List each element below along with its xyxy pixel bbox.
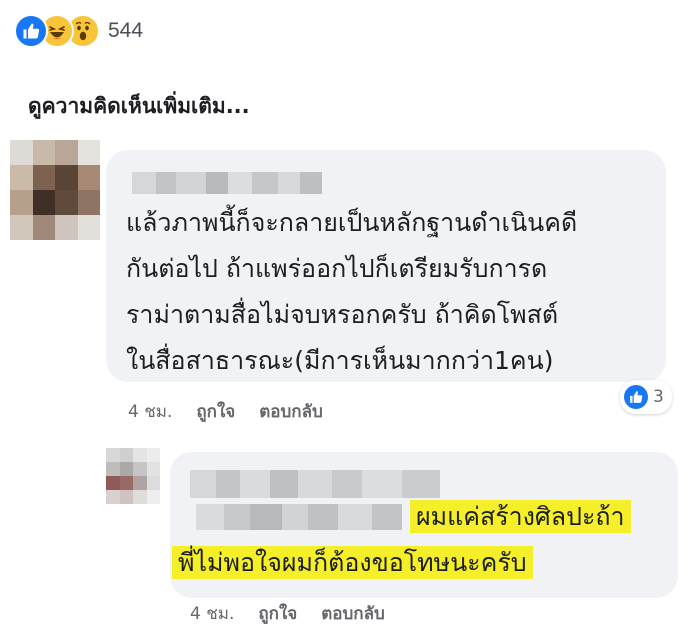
- comment-text-line: ราม่าตามสื่อไม่จบหรอกครับ ถ้าคิดโพสต์: [126, 300, 559, 329]
- highlighted-text-line: พี่ไม่พอใจผมก็ต้องขอโทษนะครับ: [172, 546, 533, 579]
- comment-time[interactable]: 4 ชม.: [128, 398, 172, 425]
- like-button[interactable]: ถูกใจ: [258, 600, 297, 627]
- avatar[interactable]: [10, 140, 100, 240]
- highlighted-comment-text: พี่ไม่พอใจผมก็ต้องขอโทษนะครับ: [172, 546, 533, 580]
- reaction-summary[interactable]: 544: [14, 14, 143, 48]
- comment-text-blurred: [196, 504, 402, 530]
- comment-actions: 4 ชม. ถูกใจ ตอบกลับ: [190, 600, 385, 627]
- comment-text-line: แล้วภาพนี้ก็จะกลายเป็นหลักฐานดำเนินคดี: [126, 208, 578, 237]
- reply-button[interactable]: ตอบกลับ: [259, 398, 323, 425]
- comment-reaction-count: 3: [653, 387, 664, 407]
- comment-author-name-blurred[interactable]: [132, 172, 322, 194]
- highlighted-text-line: ผมแค่สร้างศิลปะถ้า: [410, 500, 631, 533]
- reply-button[interactable]: ตอบกลับ: [321, 600, 385, 627]
- comment-reaction-badge[interactable]: 3: [620, 380, 672, 414]
- highlighted-comment-text: ผมแค่สร้างศิลปะถ้า: [410, 500, 631, 534]
- comment-author-name-blurred[interactable]: [190, 470, 440, 498]
- comment-text-line: ในสื่อสาธารณะ(มีการเห็นมากกว่า1คน): [126, 346, 554, 375]
- comment-time[interactable]: 4 ชม.: [190, 600, 234, 627]
- view-more-comments-link[interactable]: ดูความคิดเห็นเพิ่มเติม...: [28, 90, 250, 123]
- like-button[interactable]: ถูกใจ: [196, 398, 235, 425]
- like-icon: [14, 14, 48, 48]
- comment-actions: 4 ชม. ถูกใจ ตอบกลับ: [128, 398, 323, 425]
- comment-text: แล้วภาพนี้ก็จะกลายเป็นหลักฐานดำเนินคดี ก…: [126, 200, 652, 384]
- avatar[interactable]: [106, 448, 160, 504]
- comment-text-line: กันต่อไป ถ้าแพร่ออกไปก็เตรียมรับการด: [126, 254, 548, 283]
- reaction-count: 544: [108, 19, 144, 42]
- like-icon: [624, 385, 648, 409]
